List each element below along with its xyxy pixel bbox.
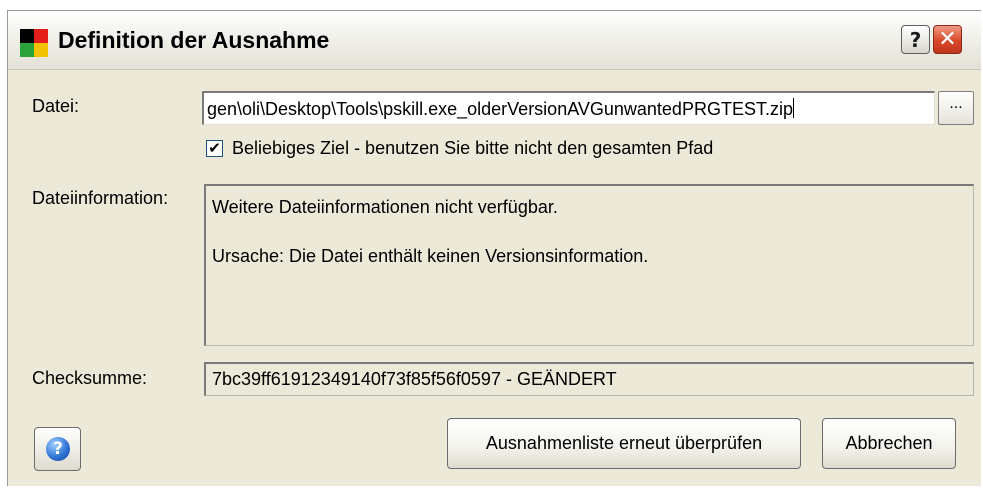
exception-dialog: Definition der Ausnahme ? ✕ Datei: gen\o… bbox=[7, 10, 981, 486]
help-button[interactable]: ? bbox=[34, 427, 81, 471]
app-icon bbox=[20, 29, 48, 57]
recheck-exceptions-button[interactable]: Ausnahmenliste erneut überprüfen bbox=[447, 418, 801, 469]
help-circle-icon: ? bbox=[46, 437, 70, 461]
fileinfo-box: Weitere Dateiinformationen nicht verfügb… bbox=[204, 184, 974, 346]
browse-button[interactable]: ... bbox=[938, 91, 974, 125]
title-bar[interactable]: Definition der Ausnahme ? ✕ bbox=[8, 11, 981, 70]
file-path-input[interactable]: gen\oli\Desktop\Tools\pskill.exe_olderVe… bbox=[202, 91, 935, 125]
close-button[interactable]: ✕ bbox=[933, 25, 962, 54]
window-title: Definition der Ausnahme bbox=[58, 27, 330, 53]
checksum-field: 7bc39ff61912349140f73f85f56f0597 - GEÄND… bbox=[204, 362, 974, 396]
checksum-label: Checksumme: bbox=[32, 368, 148, 388]
any-target-label[interactable]: Beliebiges Ziel - benutzen Sie bitte nic… bbox=[232, 138, 713, 159]
checksum-value: 7bc39ff61912349140f73f85f56f0597 - GEÄND… bbox=[212, 369, 617, 389]
title-help-button[interactable]: ? bbox=[901, 25, 930, 54]
checkmark-icon: ✔ bbox=[208, 139, 221, 157]
fileinfo-label: Dateiinformation: bbox=[32, 188, 169, 208]
file-path-value: gen\oli\Desktop\Tools\pskill.exe_olderVe… bbox=[207, 99, 793, 119]
fileinfo-line-2: Ursache: Die Datei enthält keinen Versio… bbox=[212, 246, 649, 266]
cancel-button[interactable]: Abbrechen bbox=[822, 418, 956, 469]
text-caret bbox=[792, 98, 794, 118]
any-target-checkbox[interactable]: ✔ bbox=[206, 140, 223, 157]
fileinfo-line-1: Weitere Dateiinformationen nicht verfügb… bbox=[212, 197, 558, 217]
file-label: Datei: bbox=[32, 96, 80, 116]
